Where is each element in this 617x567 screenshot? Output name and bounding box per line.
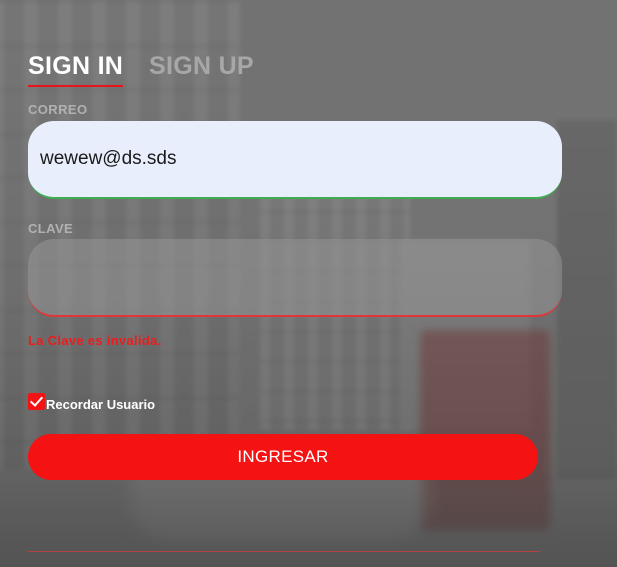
password-error-message: La Clave es invalida. [28, 333, 162, 348]
checkbox-box[interactable] [28, 392, 45, 410]
remember-user-checkbox[interactable]: Recordar Usuario [28, 391, 156, 412]
login-button[interactable]: INGRESAR [28, 434, 538, 480]
password-label: CLAVE [28, 221, 74, 236]
check-icon [29, 392, 44, 407]
tab-sign-in[interactable]: SIGN IN [28, 52, 124, 87]
password-field[interactable] [28, 239, 562, 317]
login-form: SIGN IN SIGN UP CORREO CLAVE La Clave es… [0, 0, 617, 567]
tab-sign-up[interactable]: SIGN UP [149, 52, 254, 81]
email-field[interactable] [28, 121, 562, 199]
remember-user-label: Recordar Usuario [46, 396, 156, 412]
email-label: CORREO [28, 102, 88, 117]
divider [28, 551, 540, 552]
